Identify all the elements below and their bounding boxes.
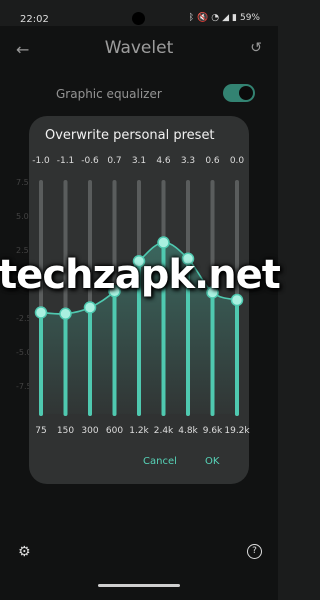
- band-gain-label: 3.1: [131, 156, 147, 166]
- gear-icon[interactable]: ⚙: [18, 544, 31, 560]
- dialog-title: Overwrite personal preset: [45, 128, 215, 143]
- band-gain-label: 3.3: [180, 156, 196, 166]
- band-gain-label: -1.0: [32, 156, 50, 166]
- bluetooth-icon: ᛒ: [188, 13, 195, 23]
- band-gain-label: 0.0: [229, 156, 245, 166]
- band-frequency-label: 19.2k: [224, 426, 250, 436]
- ok-button[interactable]: OK: [205, 456, 219, 467]
- band-frequency-label: 300: [81, 426, 99, 436]
- band-frequency-label: 2.4k: [153, 426, 174, 436]
- cancel-button[interactable]: Cancel: [143, 456, 177, 467]
- status-bar: 22:02 ᛒ 🔇 ◔ ◢ ▮ 59%: [0, 0, 278, 26]
- frequency-labels-row: 75 150 300 600 1.2k 2.4k 4.8k 9.6k 19.2k: [29, 426, 249, 438]
- battery-percent: 59%: [239, 13, 260, 23]
- band-gain-label: -0.6: [81, 156, 99, 166]
- band-frequency-label: 150: [56, 426, 75, 436]
- dialog-actions: Cancel OK: [29, 456, 249, 472]
- band-gain-label: 0.6: [205, 156, 220, 166]
- band-frequency-label: 600: [105, 426, 124, 436]
- camera-cutout: [132, 12, 145, 25]
- bottom-bar: ⚙ ?: [0, 536, 278, 566]
- mute-icon: 🔇: [197, 13, 209, 23]
- gain-values-row: -1.0 -1.1 -0.6 0.7 3.1 4.6 3.3 0.6 0.0: [29, 156, 249, 168]
- battery-icon: ▮: [232, 13, 237, 23]
- band-frequency-label: 9.6k: [202, 426, 223, 436]
- band-frequency-label: 75: [35, 426, 47, 436]
- signal-icon: ◢: [222, 13, 230, 23]
- band-slider-thumb[interactable]: [83, 301, 97, 314]
- band-frequency-label: 4.8k: [178, 426, 198, 436]
- band-frequency-label: 1.2k: [129, 426, 149, 436]
- band-slider-thumb[interactable]: [59, 307, 72, 320]
- gesture-nav-bar[interactable]: [98, 584, 180, 587]
- help-icon[interactable]: ?: [247, 544, 262, 559]
- status-icons: ᛒ 🔇 ◔ ◢ ▮ 59%: [189, 13, 260, 23]
- watermark: techzapk.net: [0, 252, 281, 298]
- band-gain-label: 0.7: [107, 156, 122, 166]
- wifi-icon: ◔: [211, 13, 220, 23]
- band-slider-thumb[interactable]: [157, 236, 170, 249]
- band-gain-label: 4.6: [156, 156, 171, 166]
- status-time: 22:02: [20, 14, 49, 25]
- overwrite-preset-dialog: Overwrite personal preset -1.0 -1.1 -0.6 0.…: [29, 116, 250, 484]
- band-gain-label: -1.1: [56, 156, 75, 166]
- band-slider-thumb[interactable]: [34, 306, 48, 319]
